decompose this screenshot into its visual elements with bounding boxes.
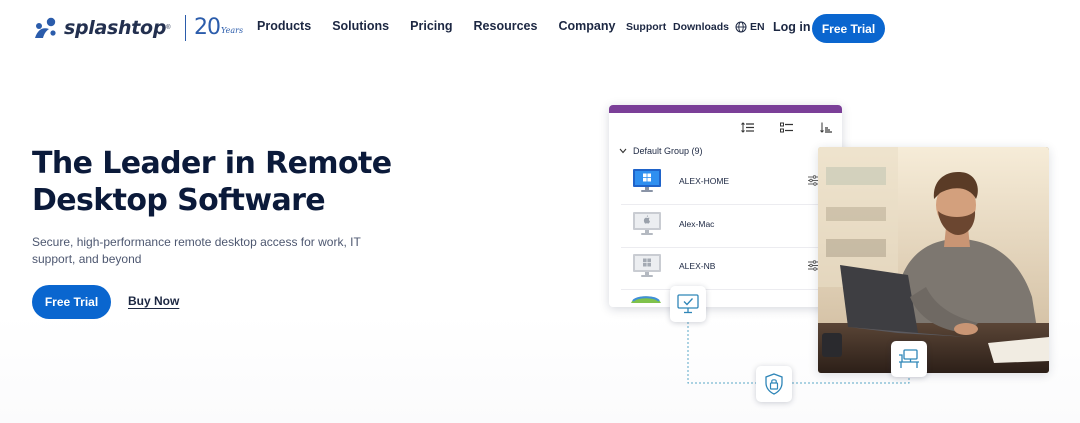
row-divider [621, 289, 842, 290]
monitor-check-badge [670, 286, 706, 322]
hero-title: The Leader in Remote Desktop Software [32, 145, 412, 219]
hero-free-trial-button[interactable]: Free Trial [32, 285, 111, 319]
device-group-label: Default Group (9) [633, 146, 703, 156]
language-selector[interactable]: EN [735, 21, 765, 33]
device-row[interactable]: ALEX-HOME [609, 162, 842, 204]
hero-subtitle: Secure, high-performance remote desktop … [32, 235, 361, 266]
support-link[interactable]: Support [626, 21, 666, 33]
shield-lock-badge [756, 366, 792, 402]
brand-name: splashtop [64, 17, 167, 39]
monitor-check-icon [677, 294, 699, 314]
nav-item-resources[interactable]: Resources [474, 19, 538, 33]
desk-badge [891, 341, 927, 377]
windows-laptop-icon [633, 254, 661, 277]
site-header: splashtop ® 20 Years Products Solutions … [0, 0, 1080, 56]
anniversary-mark: 20 Years [194, 17, 243, 39]
app-device-list-card: Default Group (9) ALEX-HOME Alex-Mac ALE… [609, 105, 842, 307]
sort-order-icon[interactable] [820, 122, 833, 133]
nav-item-solutions[interactable]: Solutions [332, 19, 389, 33]
sort-list-icon[interactable] [741, 122, 754, 133]
mac-monitor-icon [633, 212, 661, 235]
hero-photo [818, 147, 1049, 373]
language-label: EN [750, 21, 765, 33]
desk-icon [899, 349, 919, 368]
downloads-link[interactable]: Downloads [673, 21, 729, 33]
man-with-laptop-illustration [818, 147, 1049, 373]
device-group-header[interactable]: Default Group (9) [619, 146, 703, 156]
header-free-trial-button[interactable]: Free Trial [812, 14, 885, 43]
globe-icon [735, 21, 747, 33]
device-row[interactable]: ALEX-NB [609, 247, 842, 289]
nav-item-products[interactable]: Products [257, 19, 311, 33]
device-name: ALEX-HOME [679, 176, 730, 186]
settings-sliders-icon[interactable] [808, 175, 818, 186]
main-nav: Products Solutions Pricing Resources Com… [257, 19, 636, 33]
login-link[interactable]: Log in [773, 20, 811, 34]
logo-divider [184, 15, 187, 41]
device-name: ALEX-NB [679, 261, 716, 271]
shield-lock-icon [765, 373, 783, 395]
settings-sliders-icon[interactable] [808, 260, 818, 271]
device-name: Alex-Mac [679, 219, 715, 229]
anniversary-word: Years [221, 26, 244, 35]
hero-title-line-1: The Leader in Remote [32, 146, 392, 181]
device-row[interactable]: Alex-Mac [609, 205, 842, 247]
trademark-mark: ® [166, 25, 171, 31]
splashtop-mark-icon [35, 17, 56, 38]
buy-now-link[interactable]: Buy Now [128, 294, 179, 308]
device-thumbnail-partial [631, 296, 661, 303]
nav-item-pricing[interactable]: Pricing [410, 19, 452, 33]
windows-monitor-icon [633, 169, 661, 192]
anniversary-number: 20 [194, 15, 221, 40]
nav-item-company[interactable]: Company [558, 19, 615, 33]
app-title-bar [609, 105, 842, 113]
list-view-icon[interactable] [780, 122, 793, 133]
splashtop-logo[interactable]: splashtop ® 20 Years [32, 13, 243, 43]
chevron-down-icon [619, 148, 627, 154]
hero-title-line-2: Desktop Software [32, 183, 326, 218]
